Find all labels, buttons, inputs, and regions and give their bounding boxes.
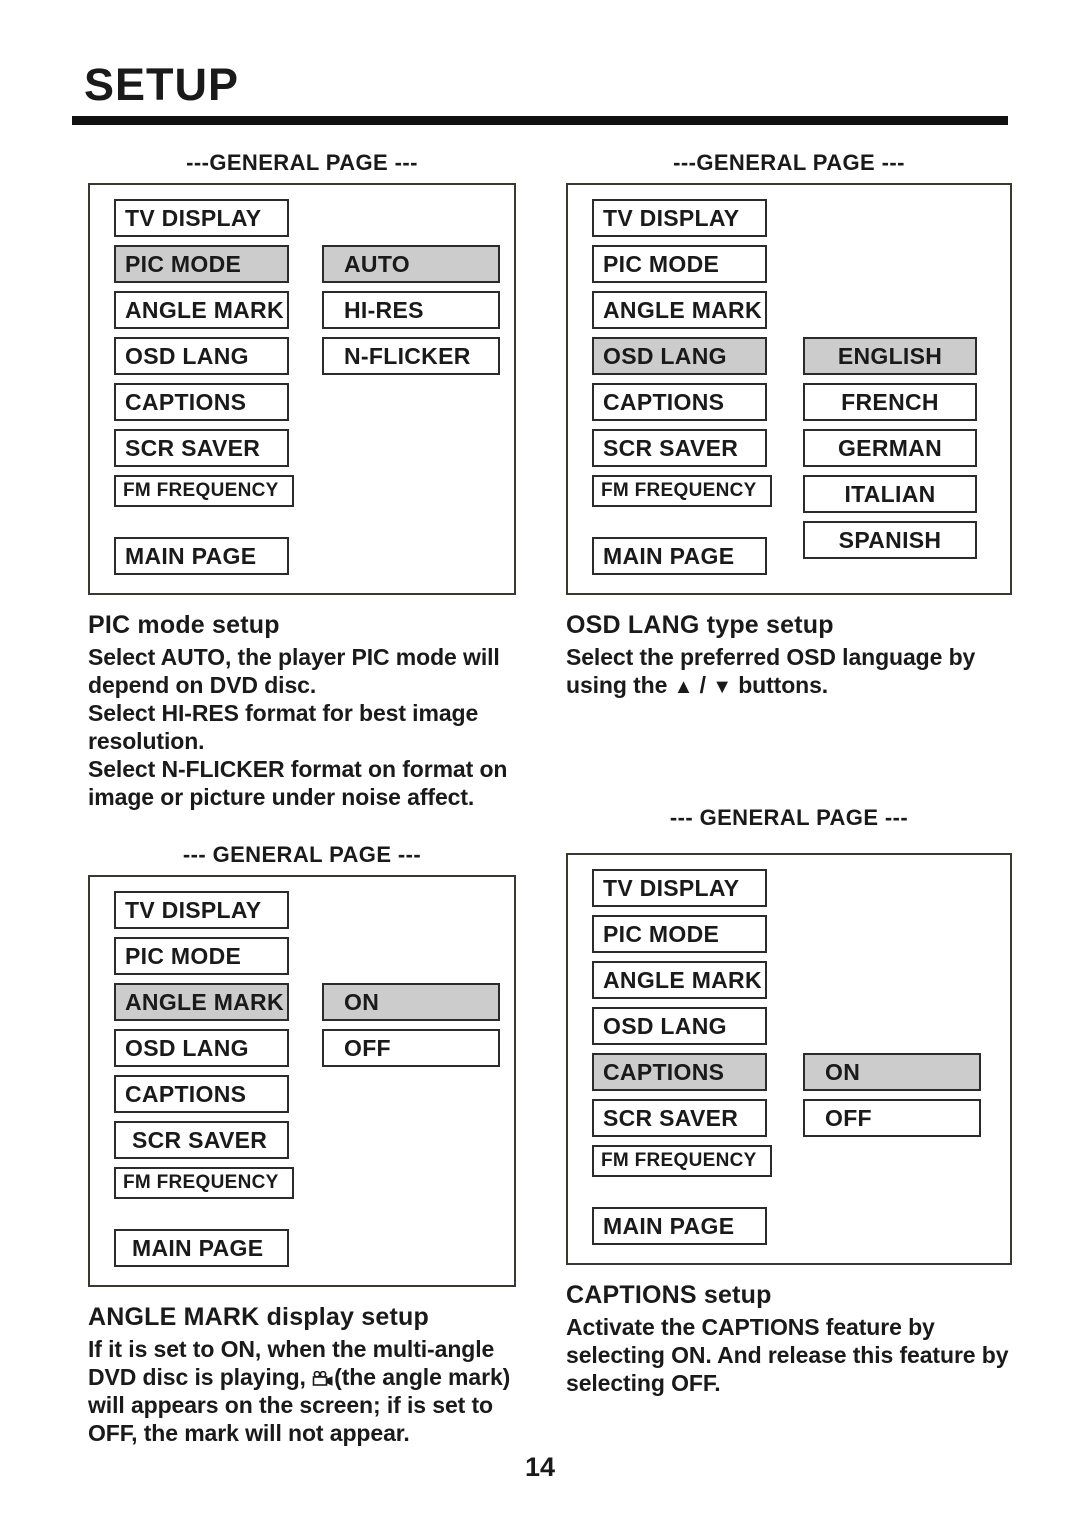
- section-heading-pic-mode: PIC mode setup: [88, 611, 280, 639]
- option-spacer: [322, 199, 500, 237]
- option-off[interactable]: OFF: [803, 1099, 981, 1137]
- section-paragraph: Select the preferred OSD language by usi…: [566, 643, 1012, 699]
- section-paragraph: If it is set to ON, when the multi-angle…: [88, 1335, 516, 1447]
- option-column-captions: ON OFF: [803, 869, 981, 1253]
- menu-item-fm-frequency[interactable]: FM FREQUENCY: [114, 475, 294, 507]
- menu-item-main-page[interactable]: MAIN PAGE: [592, 1207, 767, 1245]
- option-on[interactable]: ON: [803, 1053, 981, 1091]
- menu-column-osd-lang: TV DISPLAY PIC MODE ANGLE MARK OSD LANG …: [592, 199, 772, 583]
- menu-item-fm-frequency[interactable]: FM FREQUENCY: [592, 475, 772, 507]
- right-column-top: ---GENERAL PAGE --- TV DISPLAY PIC MODE …: [566, 150, 1012, 699]
- menu-item-tv-display[interactable]: TV DISPLAY: [592, 869, 767, 907]
- right-column-bottom: --- GENERAL PAGE --- TV DISPLAY PIC MODE…: [566, 805, 1012, 1397]
- option-hi-res[interactable]: HI-RES: [322, 291, 500, 329]
- menu-column-angle-mark: TV DISPLAY PIC MODE ANGLE MARK OSD LANG …: [114, 891, 294, 1275]
- option-n-flicker[interactable]: N-FLICKER: [322, 337, 500, 375]
- section-line: Select N-FLICKER format on format on ima…: [88, 756, 508, 811]
- screen-caption-angle-mark: --- GENERAL PAGE ---: [182, 842, 422, 867]
- osd-screen-pic-mode: TV DISPLAY PIC MODE ANGLE MARK OSD LANG …: [88, 183, 516, 595]
- menu-item-main-page[interactable]: MAIN PAGE: [114, 537, 289, 575]
- page-title: SETUP: [84, 59, 240, 110]
- option-spacer: [803, 291, 977, 329]
- section-body-pic-mode: Select AUTO, the player PIC mode will de…: [88, 643, 516, 811]
- option-spacer: [803, 1007, 981, 1045]
- left-column-top: ---GENERAL PAGE --- TV DISPLAY PIC MODE …: [88, 150, 516, 811]
- menu-item-pic-mode[interactable]: PIC MODE: [592, 245, 767, 283]
- menu-item-scr-saver[interactable]: SCR SAVER: [114, 1121, 289, 1159]
- option-spanish[interactable]: SPANISH: [803, 521, 977, 559]
- option-column-angle-mark: ON OFF: [322, 891, 500, 1275]
- option-french[interactable]: FRENCH: [803, 383, 977, 421]
- section-text-after-arrows: buttons.: [731, 672, 829, 699]
- menu-column-pic-mode: TV DISPLAY PIC MODE ANGLE MARK OSD LANG …: [114, 199, 294, 583]
- option-spacer: [322, 891, 500, 929]
- menu-item-main-page[interactable]: MAIN PAGE: [592, 537, 767, 575]
- osd-screen-captions: TV DISPLAY PIC MODE ANGLE MARK OSD LANG …: [566, 853, 1012, 1265]
- section-body-osd-lang: Select the preferred OSD language by usi…: [566, 643, 1012, 699]
- screen-caption-captions: --- GENERAL PAGE ---: [669, 805, 909, 830]
- arrow-separator: /: [693, 672, 713, 699]
- menu-item-pic-mode[interactable]: PIC MODE: [592, 915, 767, 953]
- option-on[interactable]: ON: [322, 983, 500, 1021]
- osd-screen-angle-mark: TV DISPLAY PIC MODE ANGLE MARK OSD LANG …: [88, 875, 516, 1287]
- option-spacer: [803, 915, 981, 953]
- menu-item-osd-lang[interactable]: OSD LANG: [114, 1029, 289, 1067]
- screen-caption-pic-mode: ---GENERAL PAGE ---: [186, 150, 418, 175]
- left-column-bottom: --- GENERAL PAGE --- TV DISPLAY PIC MODE…: [88, 842, 516, 1447]
- menu-item-scr-saver[interactable]: SCR SAVER: [592, 429, 767, 467]
- section-heading-captions: CAPTIONS setup: [566, 1281, 772, 1309]
- option-spacer: [803, 961, 981, 999]
- menu-item-angle-mark[interactable]: ANGLE MARK: [592, 961, 767, 999]
- option-auto[interactable]: AUTO: [322, 245, 500, 283]
- menu-item-main-page[interactable]: MAIN PAGE: [114, 1229, 289, 1267]
- arrow-down-icon: ▼: [712, 676, 732, 699]
- menu-item-captions[interactable]: CAPTIONS: [592, 383, 767, 421]
- option-italian[interactable]: ITALIAN: [803, 475, 977, 513]
- menu-column-captions: TV DISPLAY PIC MODE ANGLE MARK OSD LANG …: [592, 869, 772, 1253]
- section-heading-osd-lang: OSD LANG type setup: [566, 611, 834, 639]
- option-spacer: [322, 937, 500, 975]
- movie-camera-icon: [312, 1365, 334, 1386]
- menu-item-tv-display[interactable]: TV DISPLAY: [114, 199, 289, 237]
- section-body-captions: Activate the CAPTIONS feature by selecti…: [566, 1313, 1012, 1397]
- option-off[interactable]: OFF: [322, 1029, 500, 1067]
- page-number: 14: [524, 1452, 556, 1482]
- option-spacer: [803, 245, 977, 283]
- menu-item-angle-mark[interactable]: ANGLE MARK: [592, 291, 767, 329]
- section-body-angle-mark: If it is set to ON, when the multi-angle…: [88, 1335, 516, 1447]
- menu-item-fm-frequency[interactable]: FM FREQUENCY: [114, 1167, 294, 1199]
- option-spacer: [803, 869, 981, 907]
- option-column-osd-lang: ENGLISH FRENCH GERMAN ITALIAN SPANISH: [803, 199, 977, 583]
- section-heading-angle-mark: ANGLE MARK display setup: [88, 1303, 429, 1331]
- menu-item-angle-mark[interactable]: ANGLE MARK: [114, 291, 289, 329]
- osd-screen-osd-lang: TV DISPLAY PIC MODE ANGLE MARK OSD LANG …: [566, 183, 1012, 595]
- menu-item-angle-mark[interactable]: ANGLE MARK: [114, 983, 289, 1021]
- menu-item-pic-mode[interactable]: PIC MODE: [114, 245, 289, 283]
- screen-caption-osd-lang: ---GENERAL PAGE ---: [673, 150, 905, 175]
- option-spacer: [803, 199, 977, 237]
- option-column-pic-mode: AUTO HI-RES N-FLICKER: [322, 199, 500, 583]
- menu-item-captions[interactable]: CAPTIONS: [114, 383, 289, 421]
- menu-item-pic-mode[interactable]: PIC MODE: [114, 937, 289, 975]
- section-line: Select HI-RES format for best image reso…: [88, 700, 479, 755]
- menu-item-captions[interactable]: CAPTIONS: [114, 1075, 289, 1113]
- arrow-up-icon: ▲: [673, 676, 694, 699]
- menu-item-tv-display[interactable]: TV DISPLAY: [114, 891, 289, 929]
- option-german[interactable]: GERMAN: [803, 429, 977, 467]
- menu-item-captions[interactable]: CAPTIONS: [592, 1053, 767, 1091]
- menu-item-osd-lang[interactable]: OSD LANG: [592, 337, 767, 375]
- menu-item-scr-saver[interactable]: SCR SAVER: [114, 429, 289, 467]
- menu-item-osd-lang[interactable]: OSD LANG: [592, 1007, 767, 1045]
- option-english[interactable]: ENGLISH: [803, 337, 977, 375]
- menu-item-fm-frequency[interactable]: FM FREQUENCY: [592, 1145, 772, 1177]
- menu-item-scr-saver[interactable]: SCR SAVER: [592, 1099, 767, 1137]
- menu-item-osd-lang[interactable]: OSD LANG: [114, 337, 289, 375]
- title-divider-rule: [72, 116, 1008, 125]
- menu-item-tv-display[interactable]: TV DISPLAY: [592, 199, 767, 237]
- section-line: Select AUTO, the player PIC mode will de…: [88, 644, 500, 699]
- section-line: Activate the CAPTIONS feature by selecti…: [566, 1314, 1009, 1397]
